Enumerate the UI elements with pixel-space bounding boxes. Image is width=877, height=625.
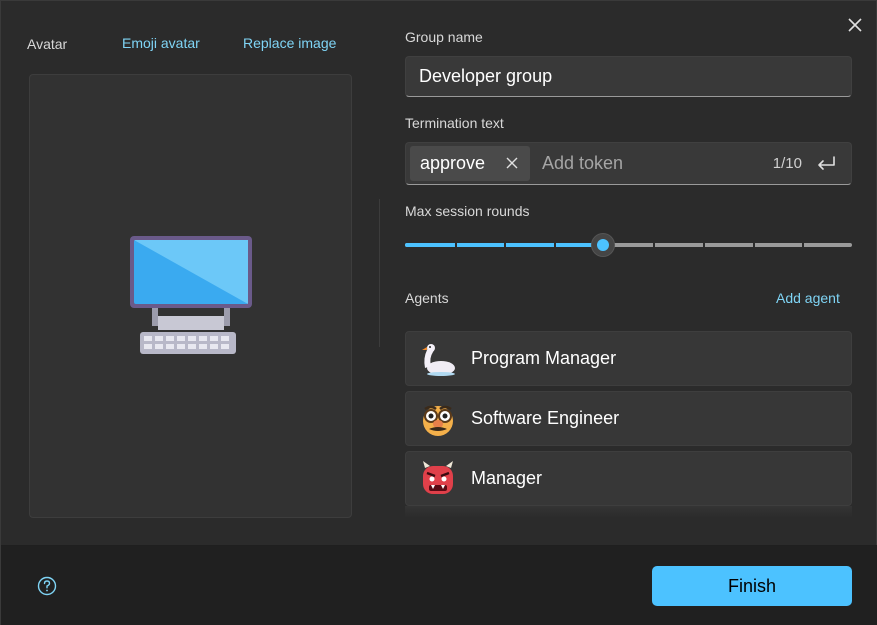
slider-tick	[753, 243, 755, 247]
add-token-input[interactable]	[542, 153, 752, 174]
agent-item-manager[interactable]: Manager	[405, 451, 852, 506]
enter-icon[interactable]	[815, 153, 837, 175]
token-label: approve	[420, 153, 486, 173]
token-count: 1/10	[772, 155, 802, 172]
group-name-label: Group name	[405, 29, 483, 45]
agent-name: Program Manager	[471, 348, 617, 368]
max-session-rounds-label: Max session rounds	[405, 203, 530, 219]
replace-image-link[interactable]: Replace image	[243, 35, 336, 51]
group-name-input[interactable]: Developer group	[405, 56, 852, 97]
slider-tick	[455, 243, 457, 247]
ogre-icon	[423, 460, 453, 494]
agents-label: Agents	[405, 290, 449, 306]
swan-icon	[422, 343, 455, 376]
close-icon	[848, 18, 862, 32]
finish-button[interactable]: Finish	[652, 566, 852, 606]
agent-name: Manager	[471, 468, 543, 488]
termination-token-box[interactable]: approve 1/10	[405, 142, 852, 185]
group-dialog: Avatar Emoji avatar Replace image Group …	[0, 0, 877, 625]
avatar-label: Avatar	[27, 36, 68, 52]
agent-item-program-manager[interactable]: Program Manager	[405, 331, 852, 386]
disguised-face-icon	[423, 405, 453, 436]
avatar-preview	[29, 74, 352, 518]
slider-thumb[interactable]	[591, 233, 615, 257]
slider-tick	[554, 243, 556, 247]
termination-text-label: Termination text	[405, 115, 504, 131]
agent-list-fade	[405, 506, 852, 518]
agent-item-software-engineer[interactable]: Software Engineer	[405, 391, 852, 446]
slider-tick	[703, 243, 705, 247]
desktop-computer-icon	[129, 236, 252, 354]
remove-token-icon[interactable]	[504, 155, 520, 171]
slider-tick	[653, 243, 655, 247]
slider-tick	[504, 243, 506, 247]
slider-tick	[802, 243, 804, 247]
pane-divider	[379, 199, 380, 347]
group-name-value: Developer group	[419, 66, 553, 86]
close-button[interactable]	[841, 11, 869, 39]
max-rounds-slider[interactable]	[405, 233, 852, 257]
add-agent-link[interactable]: Add agent	[776, 290, 840, 306]
help-icon[interactable]	[37, 576, 57, 596]
agent-name: Software Engineer	[471, 408, 620, 428]
token-chip: approve	[410, 146, 530, 181]
emoji-avatar-link[interactable]: Emoji avatar	[122, 35, 200, 51]
